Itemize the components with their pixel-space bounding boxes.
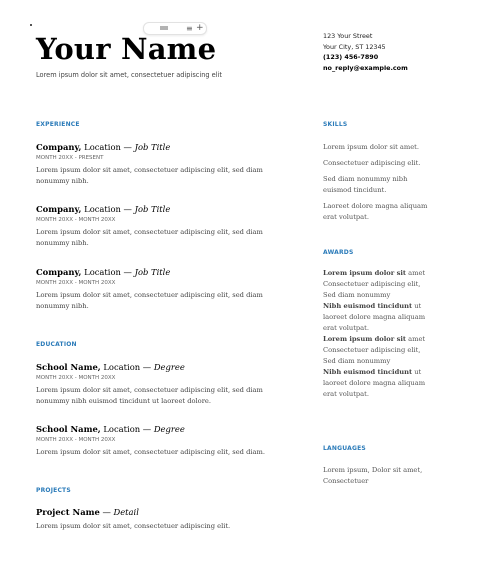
award-name: Nibh euismod tincidunt	[323, 368, 413, 376]
entry-date: MONTH 20XX - MONTH 20XX	[36, 217, 116, 223]
entry-description: Lorem ipsum dolor sit amet, consectetuer…	[36, 522, 231, 530]
email-address[interactable]: no_reply@example.com	[323, 63, 408, 74]
education-heading: EDUCATION	[36, 341, 77, 348]
languages-heading: LANGUAGES	[323, 445, 366, 452]
address-line-1[interactable]: 123 Your Street	[323, 31, 408, 42]
award-name: Nibh euismod tincidunt	[323, 302, 413, 310]
text-cursor	[30, 24, 32, 26]
entry-description: Lorem ipsum dolor sit amet, consectetuer…	[36, 166, 263, 185]
entry-date: MONTH 20XX - MONTH 20XX	[36, 437, 116, 443]
school-name: School Name,	[36, 362, 101, 372]
skill-item[interactable]: Consectetuer adipiscing elit.	[323, 158, 435, 169]
entry-description: Lorem ipsum dolor sit amet, consectetuer…	[36, 228, 263, 247]
school-location: Location —	[100, 424, 154, 434]
award-item[interactable]: Nibh euismod tincidunt ut laoreet dolore…	[323, 367, 435, 400]
award-item[interactable]: Lorem ipsum dolor sit amet Consectetuer …	[323, 334, 435, 367]
degree: Degree	[153, 424, 185, 434]
entry-date: MONTH 20XX - MONTH 20XX	[36, 375, 116, 381]
entry-description: Lorem ipsum dolor sit amet, consectetuer…	[36, 386, 263, 405]
project-detail: Detail	[113, 507, 139, 517]
contact-block: 123 Your Street Your City, ST 12345 (123…	[323, 31, 408, 74]
projects-heading: PROJECTS	[36, 487, 71, 494]
education-entry[interactable]: School Name, Location — Degree MONTH 20X…	[36, 423, 281, 458]
experience-entry[interactable]: Company, Location — Job Title MONTH 20XX…	[36, 141, 281, 187]
company-name: Company,	[36, 142, 82, 152]
entry-description: Lorem ipsum dolor sit amet, consectetuer…	[36, 448, 265, 456]
entry-heading: Company, Location — Job Title	[36, 266, 281, 278]
awards-heading: AWARDS	[323, 249, 354, 256]
project-entry[interactable]: Project Name — Detail Lorem ipsum dolor …	[36, 506, 281, 532]
resume-name[interactable]: Your Name	[36, 30, 216, 68]
skills-list: Lorem ipsum dolor sit amet. Consectetuer…	[323, 142, 435, 223]
entry-description: Lorem ipsum dolor sit amet, consectetuer…	[36, 291, 263, 310]
entry-date: MONTH 20XX - PRESENT	[36, 155, 104, 161]
experience-entry[interactable]: Company, Location — Job Title MONTH 20XX…	[36, 203, 281, 249]
school-location: Location —	[100, 362, 154, 372]
education-entry[interactable]: School Name, Location — Degree MONTH 20X…	[36, 361, 281, 407]
entry-heading: Project Name — Detail	[36, 506, 281, 518]
award-name: Lorem ipsum dolor sit	[323, 335, 406, 343]
company-location: Location —	[81, 204, 135, 214]
project-name: Project Name	[36, 507, 100, 517]
job-title: Job Title	[134, 142, 171, 152]
skill-item[interactable]: Lorem ipsum dolor sit amet.	[323, 142, 435, 153]
job-title: Job Title	[134, 267, 171, 277]
resume-tagline[interactable]: Lorem ipsum dolor sit amet, consectetuer…	[36, 71, 222, 79]
company-name: Company,	[36, 204, 82, 214]
award-name: Lorem ipsum dolor sit	[323, 269, 406, 277]
skill-item[interactable]: Laoreet dolore magna aliquam erat volutp…	[323, 201, 435, 223]
entry-date: MONTH 20XX - MONTH 20XX	[36, 280, 116, 286]
skill-item[interactable]: Sed diam nonummy nibh euismod tincidunt.	[323, 174, 435, 196]
award-item[interactable]: Lorem ipsum dolor sit amet Consectetuer …	[323, 268, 435, 301]
award-item[interactable]: Nibh euismod tincidunt ut laoreet dolore…	[323, 301, 435, 334]
entry-heading: School Name, Location — Degree	[36, 423, 281, 435]
degree: Degree	[153, 362, 185, 372]
skills-heading: SKILLS	[323, 121, 348, 128]
school-name: School Name,	[36, 424, 101, 434]
experience-heading: EXPERIENCE	[36, 121, 80, 128]
experience-entry[interactable]: Company, Location — Job Title MONTH 20XX…	[36, 266, 281, 312]
company-name: Company,	[36, 267, 82, 277]
job-title: Job Title	[134, 204, 171, 214]
entry-heading: School Name, Location — Degree	[36, 361, 281, 373]
phone-number[interactable]: (123) 456-7890	[323, 52, 408, 63]
entry-heading: Company, Location — Job Title	[36, 203, 281, 215]
languages-text[interactable]: Lorem ipsum, Dolor sit amet, Consectetue…	[323, 465, 435, 487]
awards-list: Lorem ipsum dolor sit amet Consectetuer …	[323, 268, 435, 400]
company-location: Location —	[81, 267, 135, 277]
company-location: Location —	[81, 142, 135, 152]
address-line-2[interactable]: Your City, ST 12345	[323, 42, 408, 53]
entry-heading: Company, Location — Job Title	[36, 141, 281, 153]
project-separator: —	[99, 507, 114, 517]
